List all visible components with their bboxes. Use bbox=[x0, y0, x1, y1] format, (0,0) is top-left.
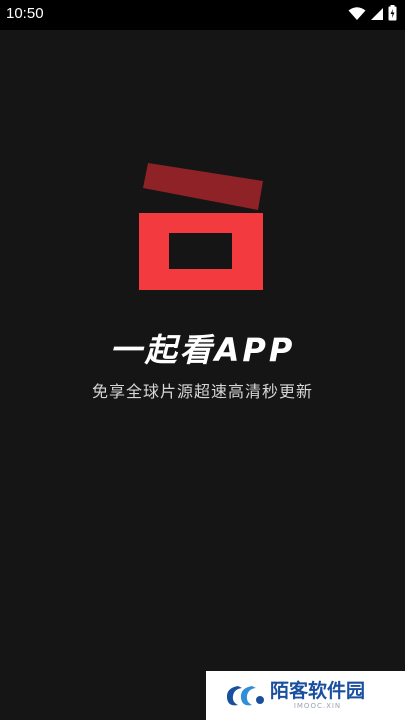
watermark-logo-icon bbox=[226, 685, 264, 705]
status-icons bbox=[348, 5, 397, 25]
app-name: 一起看APP bbox=[109, 331, 296, 369]
status-bar: 10:50 bbox=[0, 0, 405, 30]
watermark: 陌客软件园 IMOOC.XIN bbox=[206, 671, 405, 720]
battery-icon bbox=[388, 5, 397, 25]
splash-screen: 10:50 一起看APP 免享全球片源超速高清秒更新 陌客软件园 IMOOC.X… bbox=[0, 0, 405, 720]
status-time: 10:50 bbox=[6, 5, 44, 22]
signal-icon bbox=[370, 6, 384, 25]
app-tagline: 免享全球片源超速高清秒更新 bbox=[91, 382, 313, 401]
watermark-text: 陌客软件园 IMOOC.XIN bbox=[270, 680, 365, 711]
watermark-subtitle: IMOOC.XIN bbox=[293, 702, 342, 710]
watermark-title: 陌客软件园 bbox=[270, 680, 366, 702]
wifi-icon bbox=[348, 6, 366, 25]
app-logo-icon bbox=[138, 160, 268, 291]
